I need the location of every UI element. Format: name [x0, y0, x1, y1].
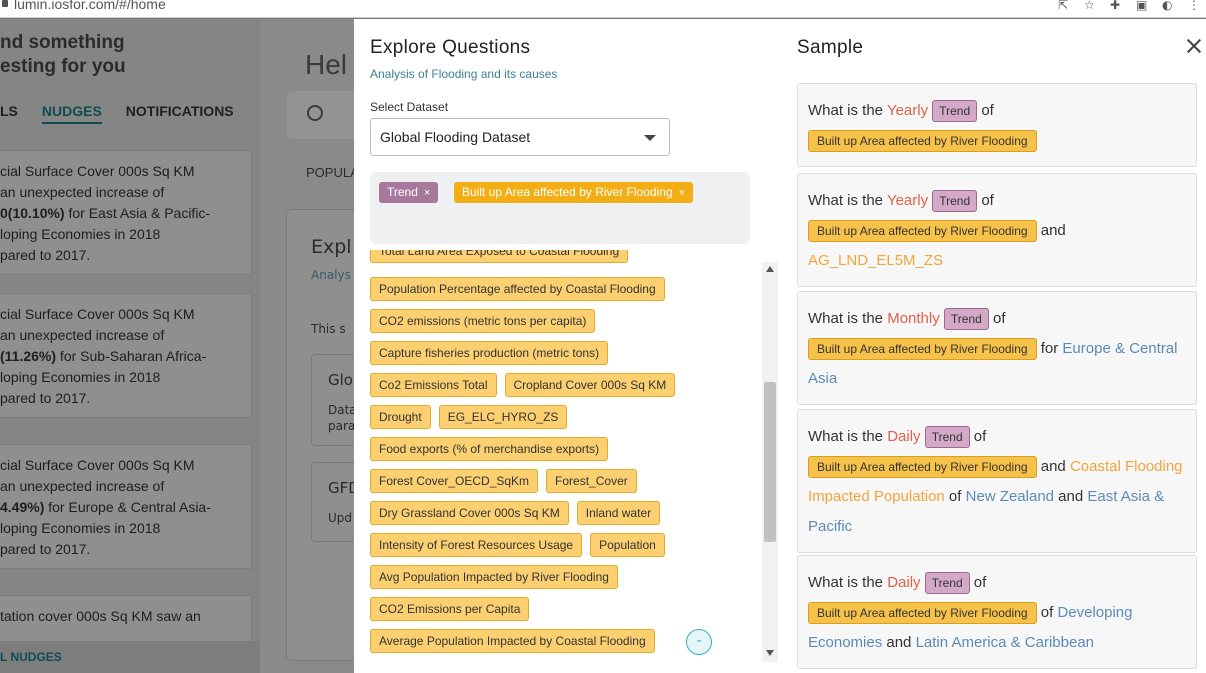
sample-question-card[interactable]: What is the Daily Trend of Built up Area… [797, 555, 1197, 669]
option-chip[interactable]: Forest Cover_OECD_SqKm [370, 469, 539, 493]
option-chip[interactable]: CO2 Emissions per Capita [370, 597, 530, 621]
page-title: Hel [305, 49, 348, 80]
option-row: Avg Population Impacted by River Floodin… [370, 565, 618, 589]
tab-nudges[interactable]: NUDGES [41, 103, 102, 124]
scroll-thumb[interactable] [764, 382, 776, 542]
option-chip[interactable]: Co2 Emissions Total [370, 373, 497, 397]
options-list: Total Land Area Exposed to Coastal Flood… [370, 250, 762, 660]
option-chip[interactable]: Intensity of Forest Resources Usage [370, 533, 583, 557]
sample-panel: Sample What is the Yearly Trend of Built… [781, 19, 1206, 673]
selected-chip-trend[interactable]: Trend × [379, 182, 439, 203]
option-row: Co2 Emissions Total Cropland Cover 000s … [370, 373, 676, 397]
option-row: CO2 emissions (metric tons per capita) [370, 309, 596, 333]
trend-tag: Trend [924, 572, 970, 595]
profile-icon[interactable]: ◐ [1162, 0, 1176, 11]
option-row: Intensity of Forest Resources Usage Popu… [370, 533, 665, 557]
option-chip[interactable]: Forest_Cover [546, 469, 637, 493]
option-chip[interactable]: Capture fisheries production (metric ton… [370, 341, 609, 365]
close-icon[interactable]: × [424, 187, 430, 199]
option-chip[interactable]: Dry Grassland Cover 000s Sq KM [370, 501, 569, 525]
sample-question-card[interactable]: What is the Yearly Trend of Built up Are… [797, 83, 1197, 167]
option-chip[interactable]: Population Percentage affected by Coasta… [370, 277, 665, 301]
nudges-sidebar: nd something esting for you LS NUDGES NO… [0, 19, 260, 673]
lock-icon [2, 0, 8, 7]
options-scrollbar[interactable] [762, 262, 778, 662]
option-row: Drought EG_ELC_HYRO_ZS [370, 405, 568, 429]
option-chip[interactable]: Population [590, 533, 665, 557]
option-chip[interactable]: Inland water [576, 501, 661, 525]
search-icon [307, 105, 323, 121]
metric-tag: Built up Area affected by River Flooding [808, 130, 1037, 153]
metric-tag: Built up Area affected by River Flooding [808, 602, 1037, 625]
close-icon[interactable]: × [679, 187, 685, 199]
scroll-up-icon[interactable] [766, 266, 774, 272]
option-chip[interactable]: Total Land Area Exposed to Coastal Flood… [370, 250, 629, 263]
panel-subtitle: Analysis of Flooding and its causes [370, 67, 558, 81]
option-row: Capture fisheries production (metric ton… [370, 341, 609, 365]
option-chip[interactable]: Drought [370, 405, 431, 429]
nudge-card[interactable]: cial Surface Cover 000s Sq KM an unexpec… [0, 293, 252, 418]
option-chip[interactable]: EG_ELC_HYRO_ZS [438, 405, 568, 429]
option-row: Forest Cover_OECD_SqKm Forest_Cover [370, 469, 637, 493]
option-row: Total Land Area Exposed to Coastal Flood… [370, 250, 629, 263]
trend-tag: Trend [932, 190, 978, 213]
dataset-value: Global Flooding Dataset [380, 129, 531, 145]
sidebar-heading: nd something esting for you [0, 32, 126, 77]
trend-tag: Trend [924, 426, 970, 449]
option-chip[interactable]: Food exports (% of merchandise exports) [370, 437, 609, 461]
option-row: CO2 Emissions per Capita [370, 597, 530, 621]
option-row: Dry Grassland Cover 000s Sq KM Inland wa… [370, 501, 661, 525]
tab-notifications[interactable]: NOTIFICATIONS [126, 103, 234, 124]
panel-title: Explore Questions [370, 37, 531, 58]
close-icon[interactable] [1185, 37, 1203, 55]
option-row: Average Population Impacted by Coastal F… [370, 629, 655, 653]
metric-tag: Built up Area affected by River Flooding [808, 220, 1037, 243]
sample-question-card[interactable]: What is the Daily Trend of Built up Area… [797, 409, 1197, 553]
option-row: Food exports (% of merchandise exports) [370, 437, 609, 461]
sidebar-icon[interactable]: ▣ [1136, 0, 1150, 11]
collapse-button[interactable]: - [686, 629, 712, 655]
address-bar[interactable]: lumin.iosfor.com/#/home [14, 0, 166, 12]
scroll-down-icon[interactable] [766, 650, 774, 656]
metric-tag: Built up Area affected by River Flooding [808, 456, 1037, 479]
option-row: Population Percentage affected by Coasta… [370, 277, 665, 301]
browser-actions: ⇱ ☆ ✚ ▣ ◐ ⋮ [1058, 0, 1202, 11]
selected-chips-area[interactable]: Trend × Built up Area affected by River F… [370, 172, 750, 244]
explore-questions-panel: Explore Questions Analysis of Flooding a… [354, 19, 781, 673]
option-chip[interactable]: Avg Population Impacted by River Floodin… [370, 565, 618, 589]
nudge-card[interactable]: cial Surface Cover 000s Sq KM an unexpec… [0, 444, 252, 569]
popular-tab[interactable]: POPULA [306, 165, 359, 180]
trend-tag: Trend [932, 100, 978, 123]
star-icon[interactable]: ☆ [1084, 0, 1098, 11]
menu-icon[interactable]: ⋮ [1188, 0, 1202, 11]
option-chip[interactable]: CO2 emissions (metric tons per capita) [370, 309, 596, 333]
trend-tag: Trend [943, 308, 989, 331]
metric-tag: Built up Area affected by River Flooding [808, 338, 1037, 361]
nudge-card[interactable]: cial Surface Cover 000s Sq KM an unexpec… [0, 150, 252, 275]
sample-question-card[interactable]: What is the Yearly Trend of Built up Are… [797, 173, 1197, 287]
chevron-down-icon [644, 135, 656, 141]
share-icon[interactable]: ⇱ [1058, 0, 1072, 11]
extensions-icon[interactable]: ✚ [1110, 0, 1124, 11]
option-chip[interactable]: Average Population Impacted by Coastal F… [370, 629, 655, 653]
tab-goals[interactable]: LS [0, 103, 18, 124]
dataset-label: Select Dataset [370, 100, 449, 114]
sample-title: Sample [797, 37, 864, 58]
browser-toolbar: lumin.iosfor.com/#/home ⇱ ☆ ✚ ▣ ◐ ⋮ [0, 0, 1206, 18]
selected-chip-metric[interactable]: Built up Area affected by River Flooding… [454, 182, 694, 203]
all-nudges-link[interactable]: L NUDGES [0, 641, 260, 673]
sidebar-tabs: LS NUDGES NOTIFICATIONS [0, 103, 258, 124]
sample-question-card[interactable]: What is the Monthly Trend of Built up Ar… [797, 291, 1197, 405]
dataset-select[interactable]: Global Flooding Dataset [370, 118, 670, 156]
option-chip[interactable]: Cropland Cover 000s Sq KM [504, 373, 676, 397]
